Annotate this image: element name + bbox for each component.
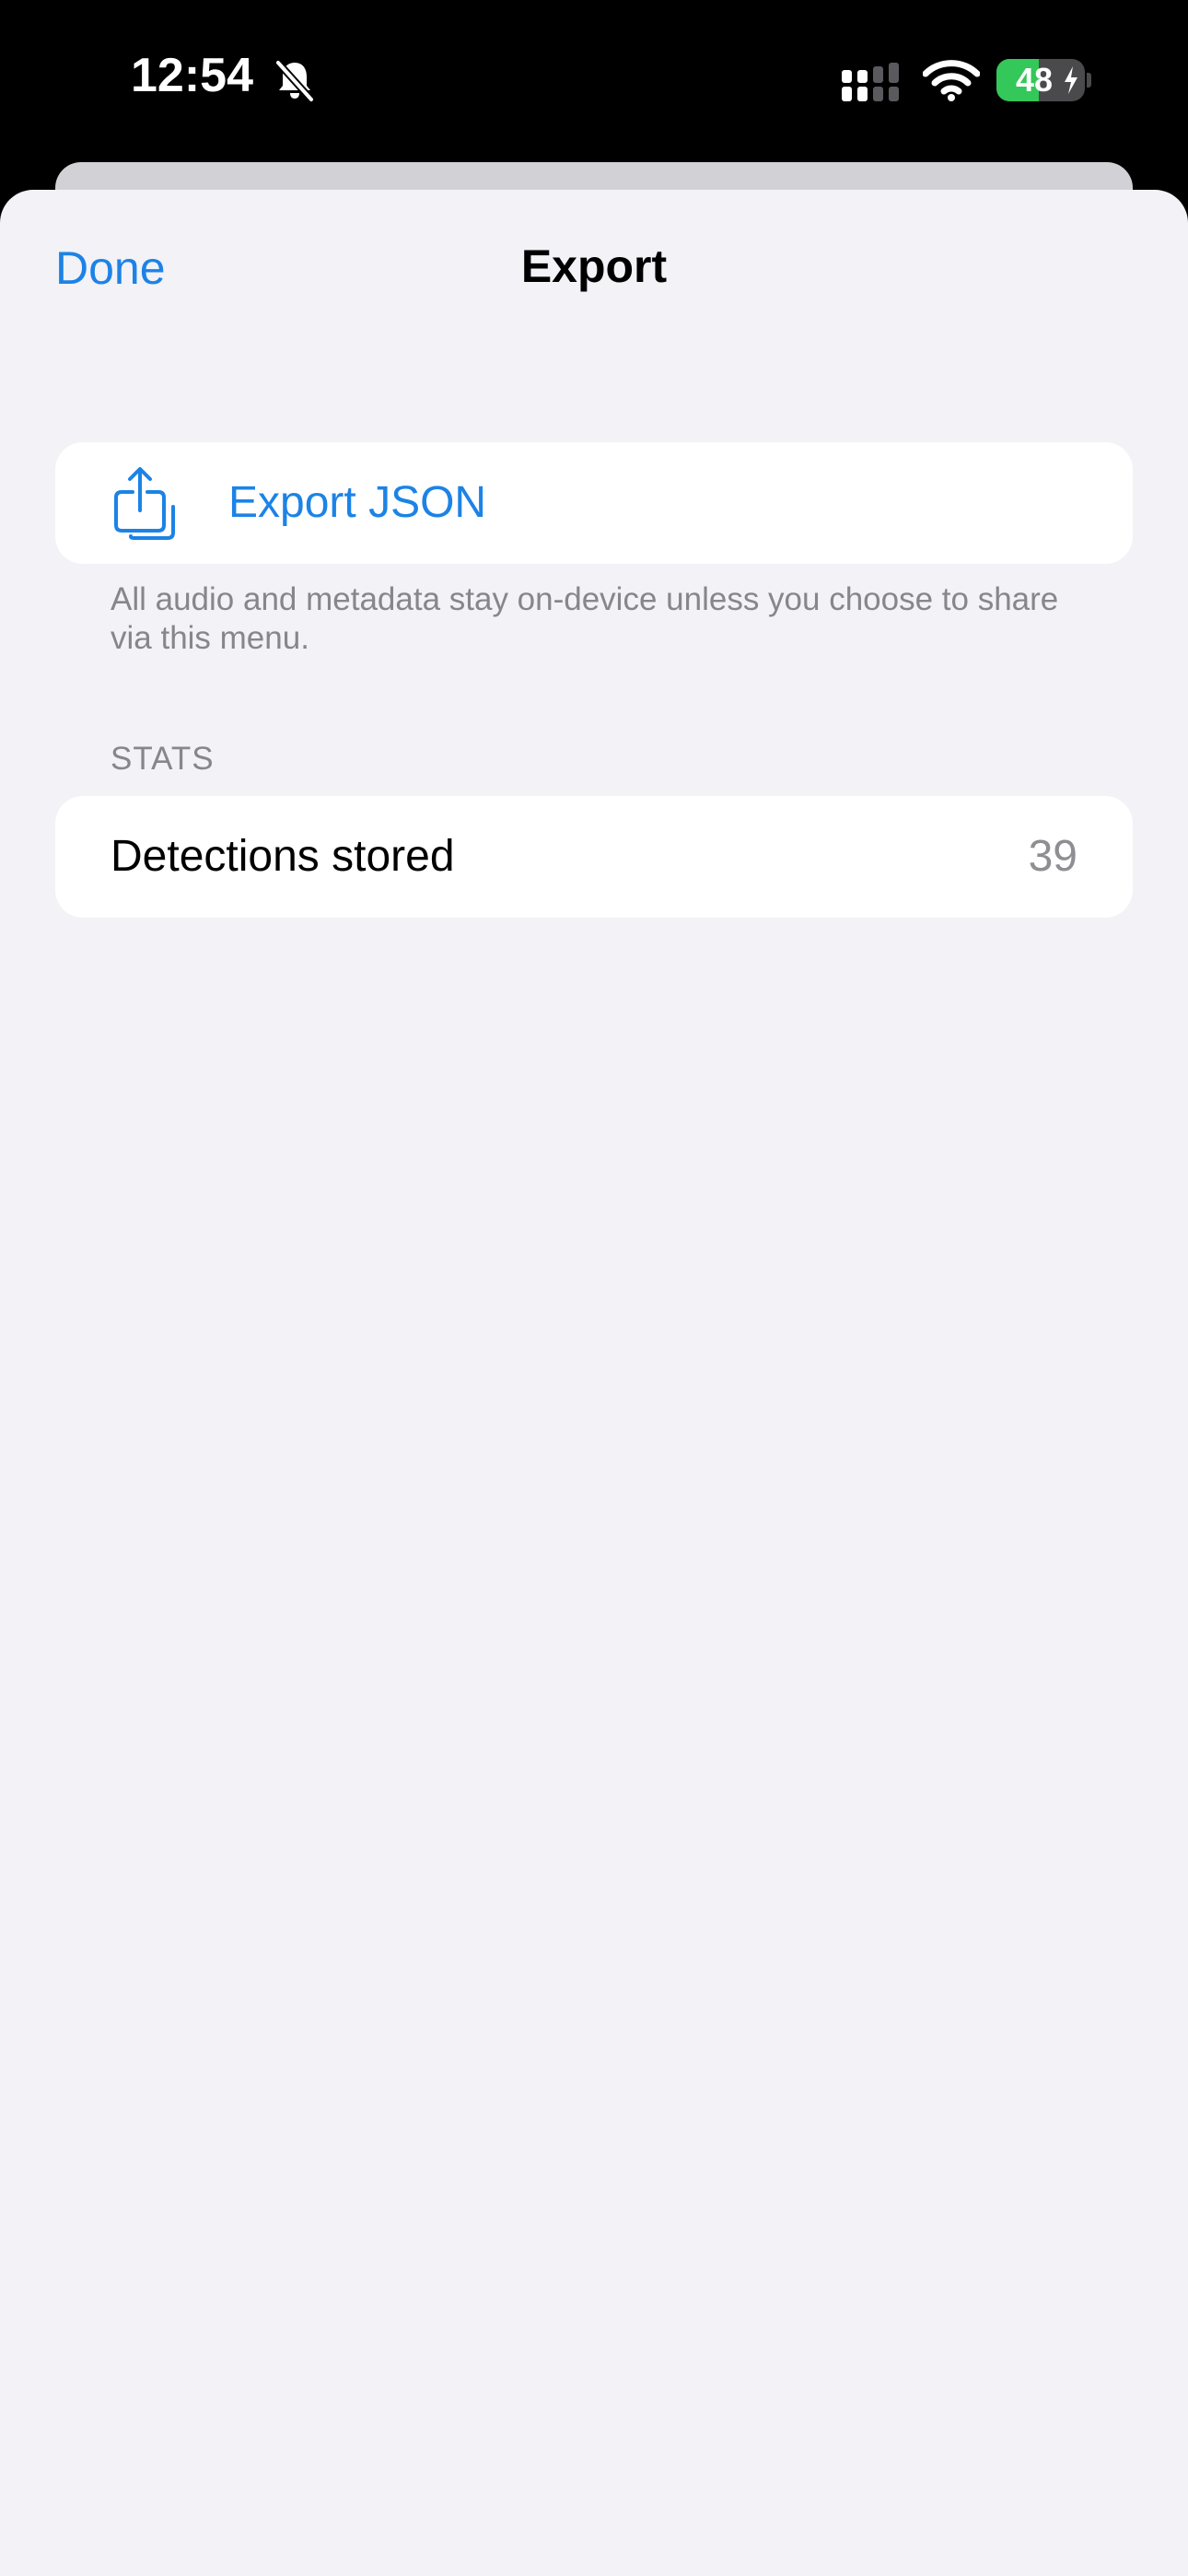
status-time: 12:54 <box>131 49 253 102</box>
stats-row-detections: Detections stored 39 <box>55 796 1133 918</box>
battery-cap <box>1087 73 1091 88</box>
sheet-title: Export <box>520 240 668 292</box>
charging-bolt-icon <box>1065 66 1077 94</box>
wifi-icon <box>923 60 980 101</box>
export-json-label: Export JSON <box>228 478 487 527</box>
export-sheet: Done Export Export JSON All audio and me… <box>0 190 1188 2576</box>
bell-slash-icon <box>275 60 314 102</box>
status-bar: 12:54 48 <box>0 0 1188 161</box>
share-icon <box>114 467 175 540</box>
privacy-footer-note: All audio and metadata stay on-device un… <box>111 581 1059 656</box>
stats-section-header: STATS <box>111 741 215 777</box>
cellular-signal-icon <box>842 63 899 101</box>
stats-label: Detections stored <box>111 832 455 881</box>
phone-screen: 12:54 48 Done Export Export JSON All aud… <box>0 0 1188 2576</box>
stats-value: 39 <box>1028 832 1077 881</box>
battery-indicator: 48 <box>996 59 1085 101</box>
export-json-button[interactable]: Export JSON <box>55 442 1133 564</box>
